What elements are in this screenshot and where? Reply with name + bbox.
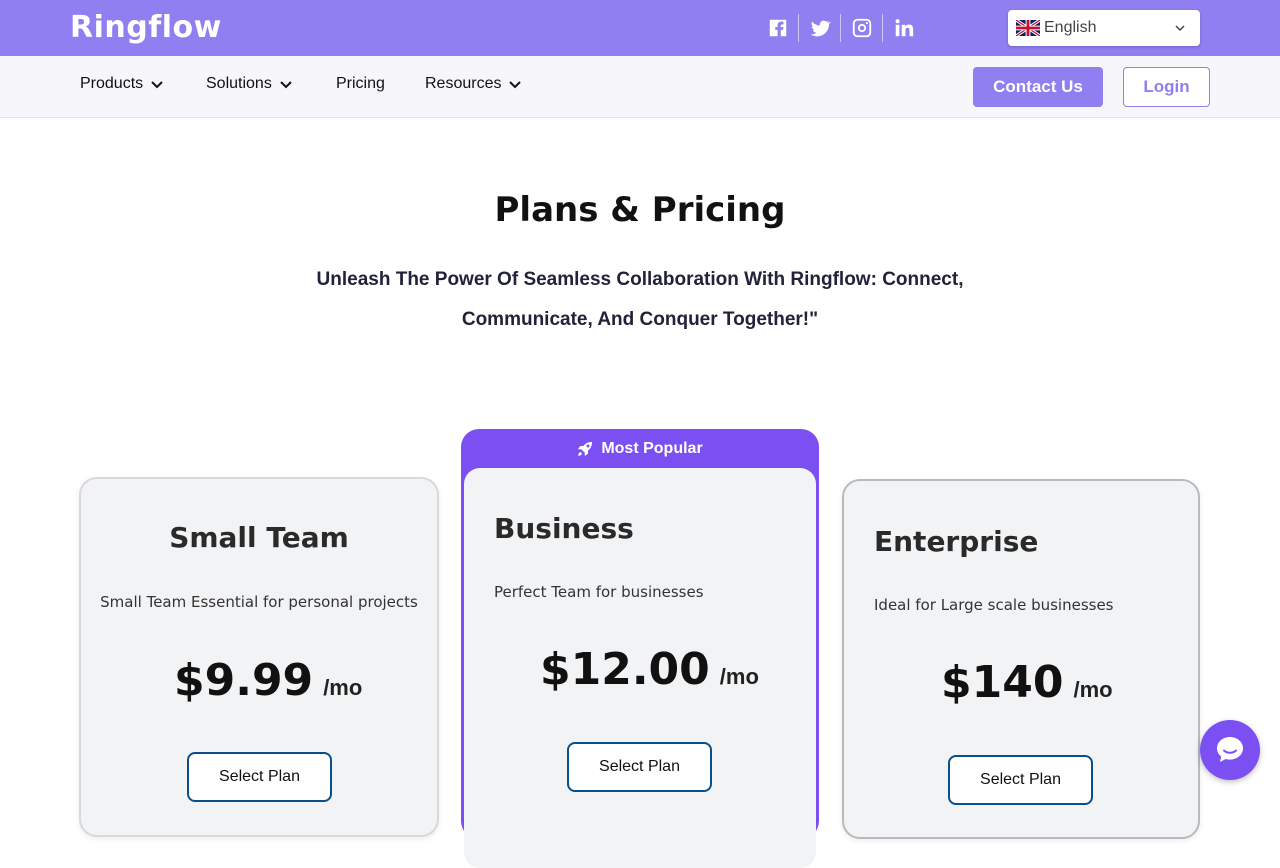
price-period: /mo [1073, 677, 1113, 702]
twitter-icon[interactable] [799, 14, 841, 42]
select-plan-button[interactable]: Select Plan [567, 742, 712, 792]
nav-label: Pricing [336, 75, 385, 92]
price-period: /mo [719, 664, 759, 689]
page-title: Plans & Pricing [494, 190, 786, 230]
plan-price: $140 /mo [941, 657, 1113, 708]
plan-card-small-team: Small Team Small Team Essential for pers… [79, 477, 439, 837]
select-plan-button[interactable]: Select Plan [187, 752, 332, 802]
plan-description: Small Team Essential for personal projec… [100, 593, 418, 611]
chevron-down-icon [1175, 25, 1185, 32]
nav-label: Solutions [206, 75, 272, 92]
plan-card-business: Business Perfect Team for businesses $12… [464, 468, 816, 868]
page-subtitle: Unleash The Power Of Seamless Collaborat… [316, 269, 964, 330]
rocket-icon [578, 441, 593, 456]
chevron-down-icon [151, 81, 163, 89]
plan-name: Enterprise [874, 525, 1039, 558]
logo[interactable]: Ringflow [70, 10, 222, 45]
contact-us-button[interactable]: Contact Us [973, 67, 1103, 107]
chevron-down-icon [509, 81, 522, 89]
plan-card-enterprise: Enterprise Ideal for Large scale busines… [842, 479, 1200, 839]
price-amount: $140 [941, 657, 1064, 708]
language-label: English [1044, 19, 1097, 36]
instagram-icon[interactable] [841, 14, 883, 42]
badge-label: Most Popular [601, 440, 703, 457]
chat-icon [1217, 737, 1243, 762]
plan-description: Ideal for Large scale businesses [874, 596, 1114, 614]
chevron-down-icon [280, 81, 292, 89]
facebook-icon[interactable] [757, 14, 799, 42]
nav-label: Resources [425, 75, 502, 92]
price-period: /mo [323, 675, 363, 700]
uk-flag-icon [1016, 20, 1040, 36]
language-select[interactable]: English [1008, 10, 1200, 46]
plan-price: $12.00 /mo [540, 644, 759, 695]
chat-widget-button[interactable] [1200, 720, 1260, 780]
nav-label: Products [80, 75, 144, 92]
nav-solutions[interactable]: Solutions [206, 75, 293, 93]
most-popular-badge: Most Popular [461, 440, 819, 458]
select-plan-button[interactable]: Select Plan [948, 755, 1093, 805]
price-amount: $9.99 [174, 655, 314, 706]
plan-price: $9.99 /mo [174, 655, 362, 706]
nav-resources[interactable]: Resources [425, 75, 522, 93]
linkedin-icon[interactable] [883, 14, 925, 42]
most-popular-highlight: Most Popular Business Perfect Team for b… [461, 429, 819, 868]
top-bar: Ringflow English [0, 0, 1280, 56]
nav-products[interactable]: Products [80, 75, 164, 93]
plan-description: Perfect Team for businesses [494, 583, 704, 601]
nav-pricing[interactable]: Pricing [336, 75, 385, 93]
price-amount: $12.00 [540, 644, 710, 695]
plan-name: Small Team [169, 521, 349, 554]
login-button[interactable]: Login [1123, 67, 1210, 107]
social-links [757, 14, 925, 42]
plan-name: Business [494, 512, 634, 545]
main-nav: Products Solutions Pricing Resources Con… [0, 56, 1280, 118]
